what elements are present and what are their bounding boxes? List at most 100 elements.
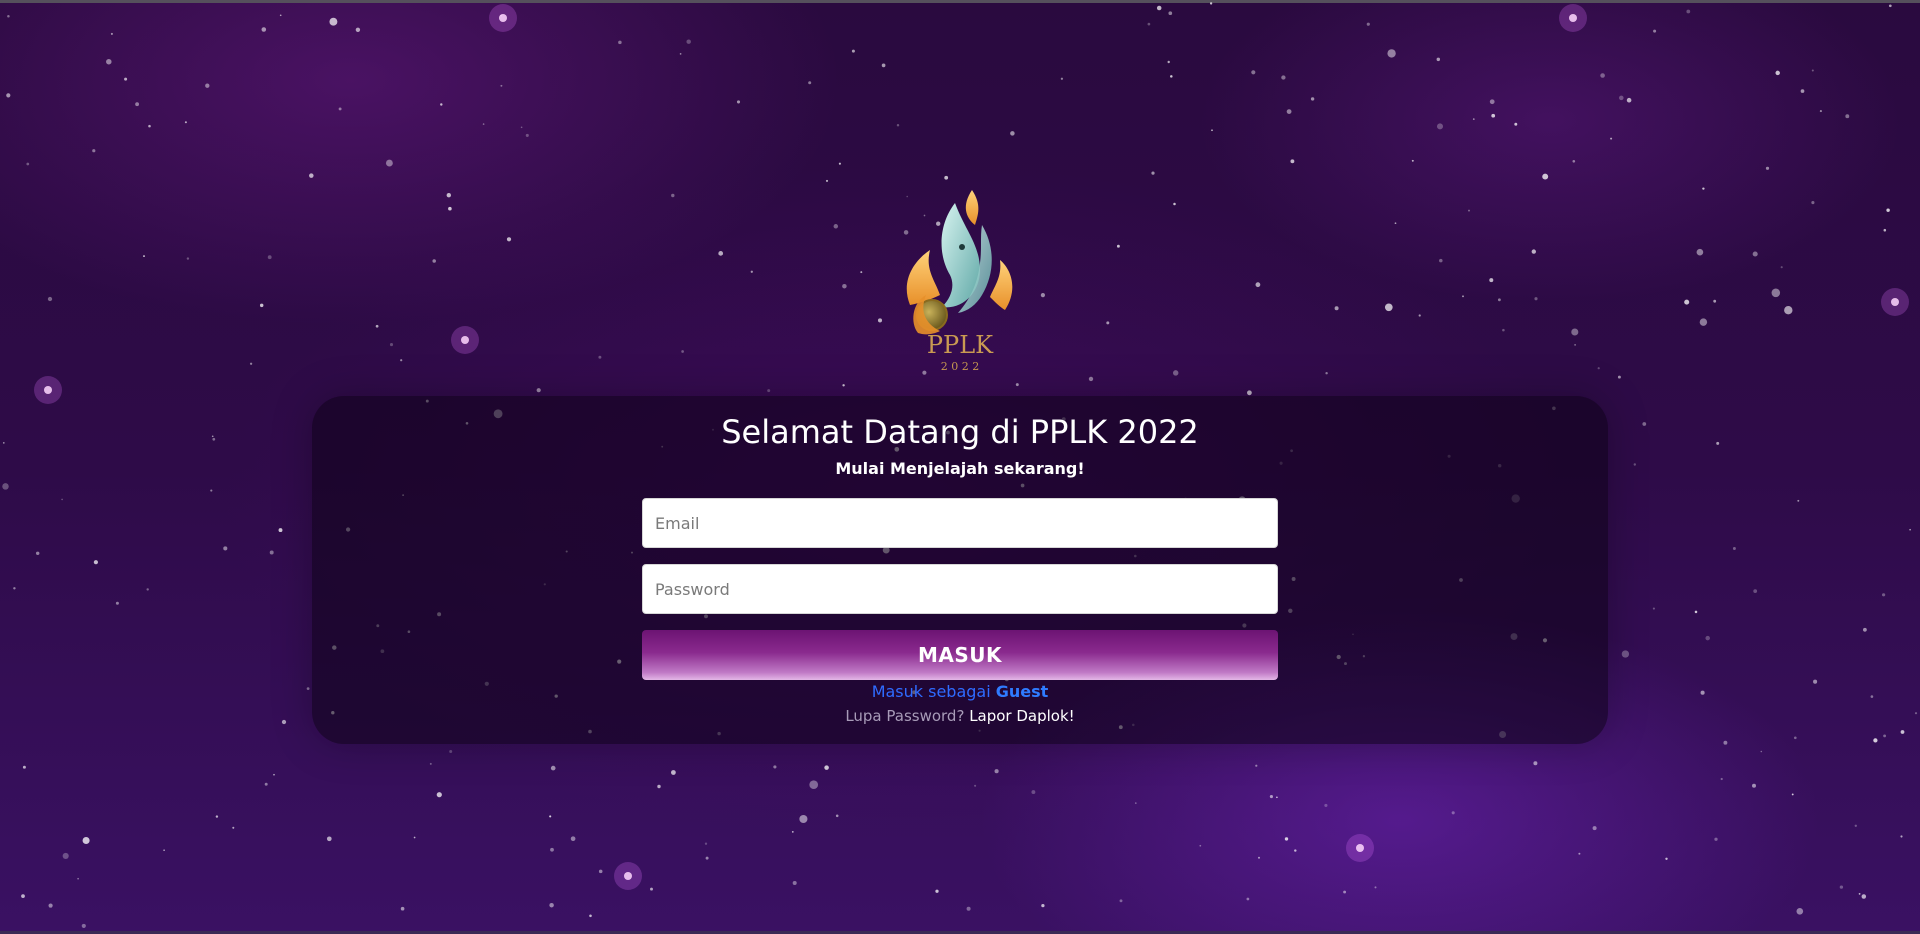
star [1106,321,1110,325]
star [1617,375,1621,379]
star-glow-core [1569,14,1577,22]
star-glow-core [499,14,507,22]
star [1753,589,1758,593]
star [1888,4,1892,8]
star [81,923,86,928]
star [106,58,112,65]
star [1686,9,1691,14]
star [1858,892,1861,895]
star [375,324,379,328]
star [808,81,812,85]
star [1246,897,1250,901]
star [1886,208,1890,212]
forgot-prefix-text: Lupa Password? [845,707,970,725]
star [449,750,453,753]
star [671,770,676,775]
star [686,39,691,44]
star [1173,202,1176,206]
password-field[interactable] [642,564,1278,614]
star [1610,137,1613,140]
star [62,852,69,859]
star-glow-core [44,386,52,394]
star [1597,367,1600,370]
login-button[interactable]: MASUK [642,630,1278,680]
star [186,257,190,260]
star [860,271,863,274]
star [35,551,40,556]
star [1468,209,1470,212]
star-glow-core [1356,844,1364,852]
star [1255,764,1258,767]
star [1909,528,1911,531]
star [61,498,63,501]
star [1900,835,1903,838]
star [736,100,741,104]
logo-year: 2 0 2 2 [941,360,979,373]
star [1696,248,1704,256]
star [1861,894,1867,899]
star [1797,499,1800,502]
star [657,784,661,789]
star [773,765,777,769]
star [1784,306,1793,315]
star [1462,295,1464,298]
star [1571,328,1579,336]
star [549,815,552,818]
star [1384,303,1393,312]
star [835,814,839,818]
star [1765,166,1770,170]
star [681,350,684,353]
star [6,93,11,98]
star [1542,173,1549,180]
forgot-password-line: Lupa Password? Lapor Daplok! [0,706,1920,726]
flame-phoenix-logo-icon [906,190,1013,335]
star [1325,371,1328,375]
star [767,389,771,393]
star [1863,627,1867,632]
star [1760,750,1763,753]
star [1775,70,1780,76]
star [935,889,939,893]
star [825,179,829,182]
star [309,173,314,178]
star [135,102,140,107]
star [1684,299,1690,305]
star [809,780,819,790]
star [446,193,451,198]
star [1015,383,1019,387]
star [21,894,25,898]
star [1713,299,1717,303]
guest-login-line: Masuk sebagai Guest [0,681,1920,703]
star [1310,97,1315,101]
star [400,359,403,362]
star [650,887,653,891]
star [549,902,554,908]
star [1752,251,1758,257]
report-daplok-link[interactable]: Lapor Daplok! [969,707,1075,725]
star [1531,249,1536,254]
star [824,765,829,770]
star [1247,390,1252,396]
star [842,283,847,289]
star [1800,89,1805,93]
star [93,560,98,565]
star [1883,228,1887,232]
email-field[interactable] [642,498,1278,548]
star [1497,298,1501,302]
star [400,906,405,911]
pplk-logo: PPLK 2 0 2 2 [906,190,1013,373]
star [1366,22,1370,26]
star [833,224,839,229]
star [1257,856,1261,859]
star [1041,903,1045,908]
star [124,77,128,81]
star [26,162,30,166]
star [1699,318,1708,326]
star [232,826,235,829]
star [1752,783,1756,788]
star [1251,70,1256,75]
star [163,849,165,852]
star-glow-core [461,336,469,344]
guest-login-link[interactable]: Guest [996,682,1049,701]
star [570,836,576,842]
